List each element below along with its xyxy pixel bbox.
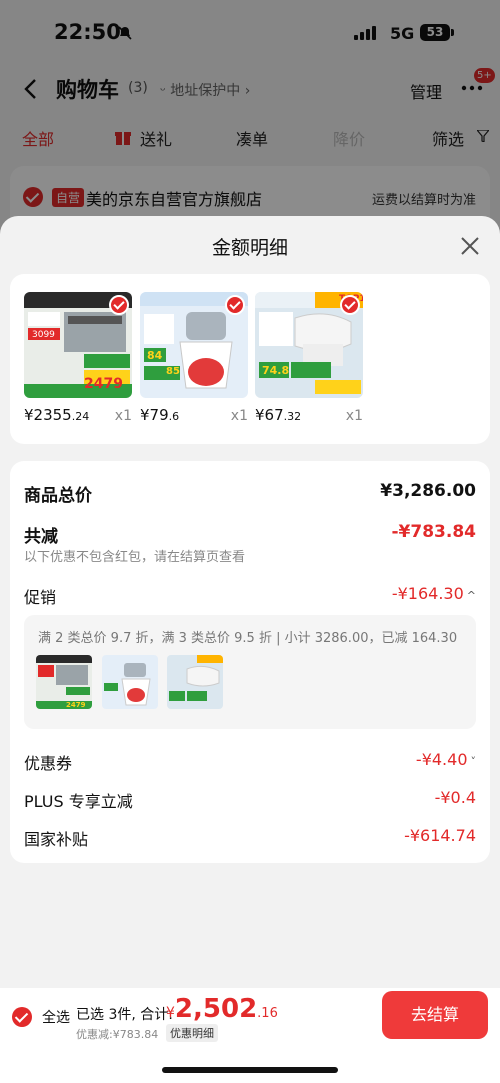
select-all-label[interactable]: 全选 xyxy=(42,1007,70,1027)
product-item[interactable]: TOP1 74.8 ¥67.32 x1 xyxy=(255,292,363,424)
close-icon[interactable] xyxy=(460,236,480,256)
plus-value: -¥0.4 xyxy=(434,788,476,807)
sheet-title: 金额明细 xyxy=(211,237,288,259)
checkout-bar: 全选 已选 3件, 合计: ¥2,502.16 优惠减:¥783.84 优惠明细… xyxy=(0,988,500,1083)
chevron-up-icon: ^ xyxy=(466,589,476,602)
chevron-down-icon: ˅ xyxy=(470,755,477,768)
product-tag-price: 2479 xyxy=(84,376,123,392)
selected-summary: 已选 3件, 合计: xyxy=(76,1007,173,1023)
subsidy-value: -¥614.74 xyxy=(404,826,476,845)
product-tag-price: 74.8 xyxy=(262,364,290,377)
discount-detail-button[interactable]: 优惠明细 xyxy=(166,1024,218,1042)
product-tag-price-2: 85 xyxy=(166,366,180,377)
product-image-meat-grinder: 84 85 xyxy=(140,292,248,398)
product-image-range-hood: 3099 2479 xyxy=(24,292,132,398)
product-item[interactable]: 84 85 ¥79.6 x1 xyxy=(140,292,248,424)
product-checkbox xyxy=(225,295,245,315)
promo-detail-box: 满 2 类总价 9.7 折，满 3 类总价 9.5 折 | 小计 3286.00… xyxy=(24,615,476,729)
total-value: ¥3,286.00 xyxy=(380,481,476,501)
promo-thumb-meat-grinder xyxy=(102,655,158,709)
product-price: ¥67.32 xyxy=(255,406,302,424)
reduce-value: -¥783.84 xyxy=(391,522,477,542)
plus-label: PLUS 专享立减 xyxy=(24,792,133,811)
coupon-toggle[interactable]: -¥4.40 ˅ xyxy=(416,750,476,769)
product-tag-small: 3099 xyxy=(32,330,55,340)
promo-rule-text: 满 2 类总价 9.7 折，满 3 类总价 9.5 折 | 小计 3286.00… xyxy=(38,631,458,646)
product-checkbox xyxy=(109,295,129,315)
product-list: 3099 2479 ¥2355.24 x1 84 85 ¥79.6 x1 74.… xyxy=(10,274,490,444)
product-quantity: x1 xyxy=(114,408,132,424)
product-price: ¥79.6 xyxy=(140,406,180,424)
promo-label: 促销 xyxy=(24,588,57,607)
promo-thumb-hair-dryer xyxy=(167,655,223,709)
home-indicator xyxy=(162,1067,338,1073)
product-image-hair-dryer: TOP1 74.8 xyxy=(255,292,363,398)
product-price: ¥2355.24 xyxy=(24,406,90,424)
checkout-button[interactable]: 去结算 xyxy=(382,991,488,1039)
product-quantity: x1 xyxy=(345,408,363,424)
select-all-checkbox[interactable] xyxy=(12,1007,32,1027)
product-quantity: x1 xyxy=(230,408,248,424)
promo-toggle[interactable]: -¥164.30 ^ xyxy=(392,584,476,603)
price-breakdown: 商品总价 ¥3,286.00 共减 -¥783.84 以下优惠不包含红包，请在结… xyxy=(10,461,490,863)
total-amount: ¥2,502.16 xyxy=(166,994,278,1024)
promo-thumb-range-hood: 2479 xyxy=(36,655,92,709)
coupon-value: -¥4.40 xyxy=(415,750,468,769)
coupon-label: 优惠券 xyxy=(24,754,73,773)
total-label: 商品总价 xyxy=(24,486,92,506)
product-item[interactable]: 3099 2479 ¥2355.24 x1 xyxy=(24,292,132,424)
product-tag-price: 84 xyxy=(147,349,163,362)
subsidy-label: 国家补贴 xyxy=(24,830,89,849)
svg-text:2479: 2479 xyxy=(66,701,86,709)
promo-value: -¥164.30 xyxy=(391,584,464,603)
saved-amount: 优惠减:¥783.84 xyxy=(76,1028,159,1041)
amount-detail-sheet: 金额明细 3099 2479 ¥2355.24 x1 84 85 ¥79.6 x… xyxy=(0,216,500,1083)
product-checkbox xyxy=(340,295,360,315)
reduce-label: 共减 xyxy=(24,527,58,547)
reduce-note: 以下优惠不包含红包，请在结算页查看 xyxy=(24,550,246,565)
